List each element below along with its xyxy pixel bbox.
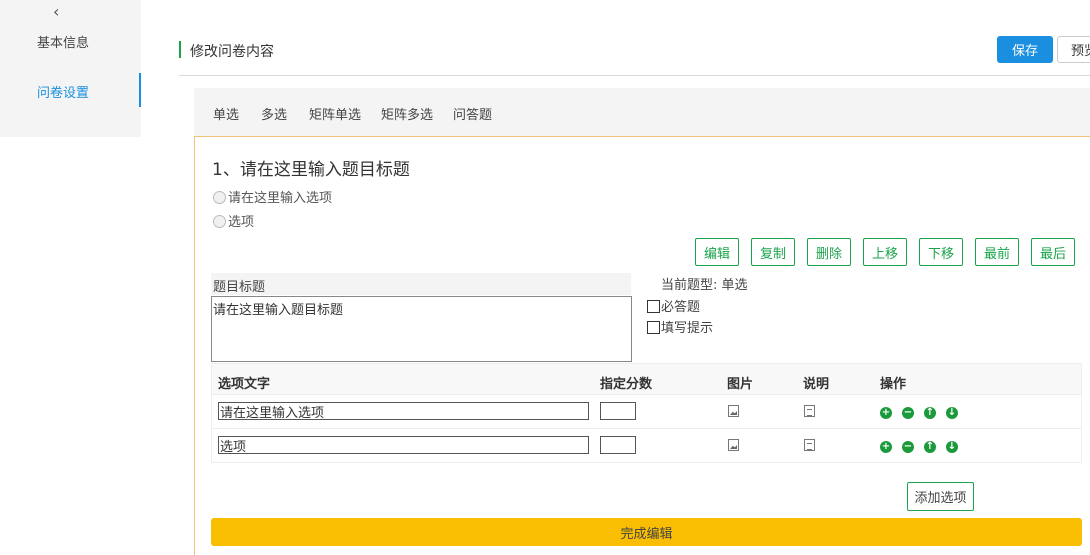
move-up-icon[interactable]: ↑ bbox=[924, 441, 936, 453]
image-icon[interactable] bbox=[728, 439, 739, 451]
qtype-matrix-single[interactable]: 矩阵单选 bbox=[309, 104, 361, 123]
qtype-single[interactable]: 单选 bbox=[213, 104, 239, 123]
header-divider bbox=[179, 75, 1090, 76]
image-icon[interactable] bbox=[728, 405, 739, 417]
question-type-bar: 单选 多选 矩阵单选 矩阵多选 问答题 bbox=[194, 88, 1090, 136]
header-desc: 说明 bbox=[803, 377, 830, 392]
qtype-open[interactable]: 问答题 bbox=[453, 104, 492, 123]
add-row-icon[interactable]: + bbox=[880, 407, 892, 419]
header-score: 指定分数 bbox=[600, 377, 653, 392]
radio-icon[interactable] bbox=[213, 191, 226, 204]
qtype-multi[interactable]: 多选 bbox=[261, 104, 287, 123]
qtype-matrix-multi[interactable]: 矩阵多选 bbox=[381, 104, 433, 123]
question-title: 1、请在这里输入题目标题 bbox=[212, 160, 410, 180]
hint-row[interactable]: 填写提示 bbox=[647, 317, 713, 336]
option-text-input[interactable] bbox=[218, 436, 589, 454]
title-textarea[interactable]: 请在这里输入题目标题 bbox=[211, 296, 632, 362]
move-up-button[interactable]: 上移 bbox=[863, 238, 907, 266]
table-header: 选项文字 指定分数 图片 说明 操作 bbox=[211, 363, 1082, 395]
edit-button[interactable]: 编辑 bbox=[695, 238, 739, 266]
score-input[interactable] bbox=[600, 436, 636, 454]
current-type: 当前题型: 单选 bbox=[661, 278, 748, 293]
chevron-left-icon[interactable]: ‹ bbox=[53, 2, 59, 21]
option-label: 选项 bbox=[228, 215, 255, 230]
checkbox-icon[interactable] bbox=[647, 300, 660, 313]
sidebar-item-survey-settings[interactable]: 问卷设置 bbox=[37, 82, 89, 101]
title-field-label: 题目标题 bbox=[211, 273, 631, 295]
option-label: 请在这里输入选项 bbox=[228, 191, 333, 206]
delete-button[interactable]: 删除 bbox=[807, 238, 851, 266]
move-down-button[interactable]: 下移 bbox=[919, 238, 963, 266]
required-row[interactable]: 必答题 bbox=[647, 296, 700, 315]
remove-row-icon[interactable]: − bbox=[902, 441, 914, 453]
checkbox-icon[interactable] bbox=[647, 321, 660, 334]
required-label: 必答题 bbox=[661, 300, 701, 315]
sidebar-item-basic-info[interactable]: 基本信息 bbox=[37, 32, 89, 51]
save-button[interactable]: 保存 bbox=[997, 36, 1053, 63]
score-input[interactable] bbox=[600, 402, 636, 420]
active-indicator bbox=[139, 73, 141, 107]
finish-edit-button[interactable]: 完成编辑 bbox=[211, 518, 1082, 546]
move-up-icon[interactable]: ↑ bbox=[924, 407, 936, 419]
option-preview: 选项 bbox=[213, 211, 254, 230]
remove-row-icon[interactable]: − bbox=[902, 407, 914, 419]
radio-icon[interactable] bbox=[213, 215, 226, 228]
document-icon[interactable] bbox=[804, 405, 815, 417]
sidebar: ‹ 基本信息 问卷设置 bbox=[0, 0, 141, 137]
question-editor: 1、请在这里输入题目标题 请在这里输入选项 选项 编辑 复制 删除 上移 下移 … bbox=[194, 136, 1090, 555]
header-accent-bar bbox=[179, 41, 181, 58]
add-row-icon[interactable]: + bbox=[880, 441, 892, 453]
preview-button[interactable]: 预览 bbox=[1057, 36, 1090, 63]
header-actions: 操作 bbox=[880, 377, 907, 392]
move-last-button[interactable]: 最后 bbox=[1031, 238, 1075, 266]
add-option-button[interactable]: 添加选项 bbox=[907, 482, 974, 511]
move-first-button[interactable]: 最前 bbox=[975, 238, 1019, 266]
option-text-input[interactable] bbox=[218, 402, 589, 420]
table-row: + − ↑ ↓ bbox=[211, 429, 1082, 463]
page-title: 修改问卷内容 bbox=[190, 44, 274, 60]
table-row: + − ↑ ↓ bbox=[211, 395, 1082, 429]
header-option-text: 选项文字 bbox=[218, 377, 271, 392]
move-down-icon[interactable]: ↓ bbox=[946, 441, 958, 453]
header-image: 图片 bbox=[727, 377, 754, 392]
option-preview: 请在这里输入选项 bbox=[213, 187, 332, 206]
options-table: 选项文字 指定分数 图片 说明 操作 + − ↑ ↓ + − ↑ ↓ bbox=[211, 363, 1082, 463]
copy-button[interactable]: 复制 bbox=[751, 238, 795, 266]
move-down-icon[interactable]: ↓ bbox=[946, 407, 958, 419]
hint-label: 填写提示 bbox=[661, 321, 714, 336]
document-icon[interactable] bbox=[804, 439, 815, 451]
